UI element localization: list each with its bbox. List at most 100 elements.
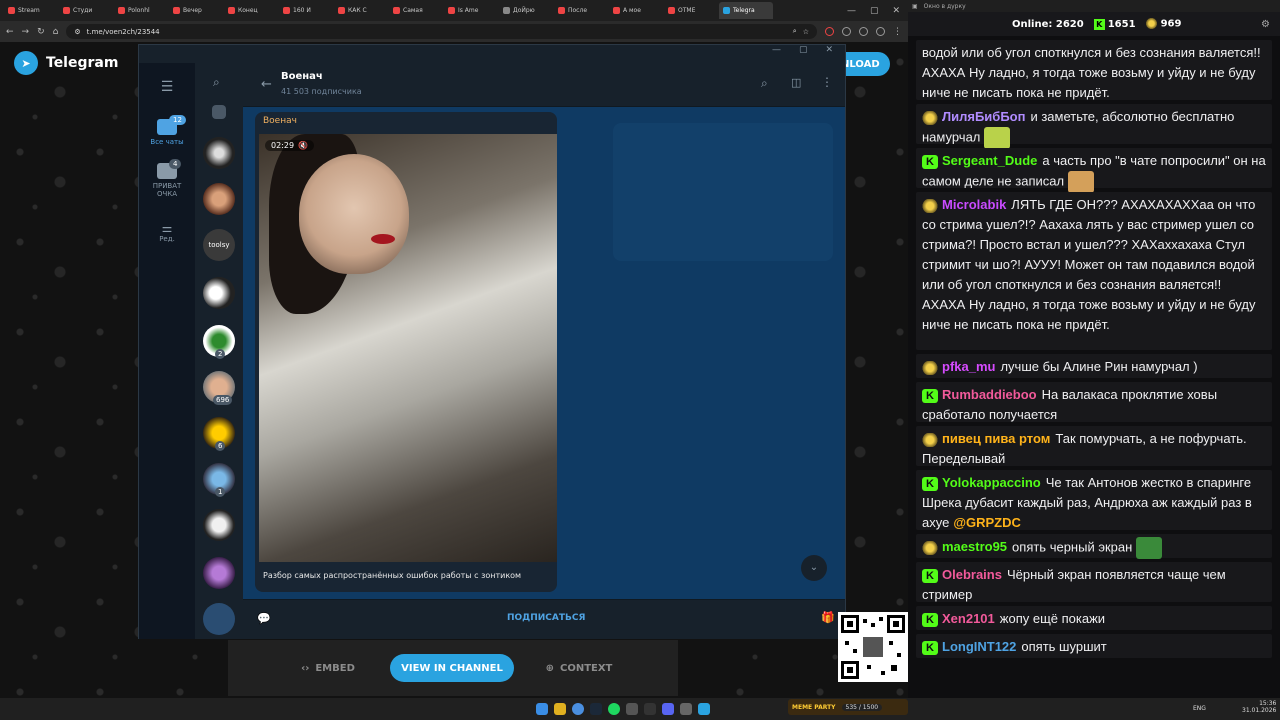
scroll-down-icon[interactable]: ⌄ xyxy=(801,555,827,581)
chat-username[interactable]: pfka_mu xyxy=(942,359,995,374)
app-icon[interactable] xyxy=(626,703,638,715)
chat-mention[interactable]: @GRPZDC xyxy=(953,515,1021,530)
chat-username[interactable]: Rumbaddieboo xyxy=(942,387,1037,402)
profile-icon[interactable] xyxy=(876,27,885,36)
browser-tab[interactable]: Polonhl xyxy=(114,2,168,19)
globe-icon: ⊕ xyxy=(545,662,554,674)
search-icon[interactable]: ⌕ xyxy=(761,76,768,91)
close-icon[interactable]: ✕ xyxy=(825,45,833,63)
browser-tab[interactable]: Студи xyxy=(59,2,113,19)
steam-icon[interactable] xyxy=(590,703,602,715)
browser-tab[interactable]: А мое xyxy=(609,2,663,19)
menu-button[interactable]: ☰ xyxy=(139,79,195,95)
chat-message: K LongINT122 опять шуршит xyxy=(916,634,1272,658)
more-icon[interactable]: ⋮ xyxy=(821,75,833,89)
zoom-icon[interactable]: ⌕ xyxy=(793,27,797,36)
settings-icon[interactable]: ⚙ xyxy=(1261,19,1270,30)
chat-username[interactable]: maestro95 xyxy=(942,539,1007,554)
language-indicator[interactable]: ENG xyxy=(1193,705,1206,712)
browser-tab[interactable]: КАК С xyxy=(334,2,388,19)
browser-tab[interactable]: После xyxy=(554,2,608,19)
url-field[interactable]: ⚙ t.me/voen2ch/23544 ⌕ ☆ xyxy=(66,24,817,39)
chat-username[interactable]: Yolokappaccino xyxy=(942,475,1041,490)
browser-tab[interactable]: Is Ame xyxy=(444,2,498,19)
home-icon[interactable]: ⌂ xyxy=(53,27,59,37)
browser-tab[interactable]: Stream xyxy=(4,2,58,19)
browser-tab[interactable]: Вечер xyxy=(169,2,223,19)
minimize-icon[interactable]: — xyxy=(847,6,856,16)
extension-icon[interactable] xyxy=(859,27,868,36)
view-in-channel-button[interactable]: VIEW IN CHANNEL xyxy=(390,654,514,682)
context-button[interactable]: ⊕ CONTEXT xyxy=(542,654,616,682)
comments-icon[interactable]: 💬 xyxy=(257,612,271,625)
video-player[interactable]: 02:29 🔇 xyxy=(259,134,557,562)
site-info-icon[interactable]: ⚙ xyxy=(74,28,80,36)
back-icon[interactable]: ← xyxy=(6,27,14,37)
chat-username[interactable]: Olebrains xyxy=(942,567,1002,582)
other-viewer-count: 969 xyxy=(1160,18,1182,30)
chat-avatar[interactable] xyxy=(203,557,235,589)
obs-icon[interactable] xyxy=(644,703,656,715)
chat-username[interactable]: Microlabik xyxy=(942,197,1006,212)
chat-avatar[interactable] xyxy=(203,277,235,309)
chat-message: K Yolokappaccino Че так Антонов жестко в с… xyxy=(916,470,1272,530)
menu-icon[interactable]: ⋮ xyxy=(893,27,902,37)
app-icon[interactable] xyxy=(680,703,692,715)
sidebar-toggle-icon[interactable]: ◫ xyxy=(791,76,801,89)
browser-tab[interactable]: 160 И xyxy=(279,2,333,19)
minimize-icon[interactable]: — xyxy=(772,45,781,63)
chat-avatar[interactable] xyxy=(203,509,235,541)
explorer-icon[interactable] xyxy=(554,703,566,715)
chat-text: ЛЯТЬ ГДЕ ОН??? АХАХАХАХХаа он что со стр… xyxy=(922,197,1256,332)
discord-icon[interactable] xyxy=(662,703,674,715)
maximize-icon[interactable]: ▢ xyxy=(799,45,808,63)
start-icon[interactable] xyxy=(536,703,548,715)
bookmark-star-icon[interactable]: ☆ xyxy=(803,28,809,36)
extension-icon[interactable] xyxy=(825,27,834,36)
browser-tab[interactable]: ОТМЕ xyxy=(664,2,718,19)
forward-icon[interactable]: → xyxy=(22,27,30,37)
chat-username[interactable]: Xen2101 xyxy=(942,611,995,626)
user-badge-icon xyxy=(922,198,938,213)
archive-icon[interactable] xyxy=(212,105,226,119)
folder-private[interactable]: 4 ПРИВАТ ОЧКА xyxy=(139,159,195,198)
chat-avatar[interactable]: toolsy xyxy=(203,229,235,261)
chat-avatar[interactable] xyxy=(203,137,235,169)
back-arrow-icon[interactable]: ← xyxy=(261,77,272,92)
folder-edit[interactable]: ⚌ Ред. xyxy=(139,221,195,243)
tab-label: ОТМЕ xyxy=(678,7,696,14)
maximize-icon[interactable]: ▢ xyxy=(870,6,879,16)
meme-party-widget[interactable]: MEME PARTY 535 / 1500 xyxy=(788,699,908,715)
folder-all-chats[interactable]: 12 Все чаты xyxy=(139,115,195,146)
chat-username[interactable]: ЛиляБибБоп xyxy=(942,109,1025,124)
muted-icon[interactable]: 🔇 xyxy=(298,141,308,150)
telegram-logo[interactable]: ➤ Telegram xyxy=(14,51,118,75)
telegram-icon[interactable] xyxy=(698,703,710,715)
unread-badge: 1 xyxy=(215,487,226,497)
subscribe-button[interactable]: ПОДПИСАТЬСЯ xyxy=(507,613,585,623)
chat-username[interactable]: пивец пива ртом xyxy=(942,431,1050,446)
close-icon[interactable]: ✕ xyxy=(892,6,900,16)
browser-tab[interactable]: Telegra xyxy=(719,2,773,19)
chat-username[interactable]: Sergeant_Dude xyxy=(942,153,1037,168)
tab-favicon-icon xyxy=(448,7,455,14)
clock[interactable]: 15:36 31.01.2026 xyxy=(1242,700,1276,714)
tab-favicon-icon xyxy=(723,7,730,14)
chat-avatar[interactable] xyxy=(203,183,235,215)
chat-text: опять шуршит xyxy=(1021,639,1107,654)
browser-tab[interactable]: Конец xyxy=(224,2,278,19)
search-icon[interactable]: ⌕ xyxy=(213,75,220,90)
reload-icon[interactable]: ↻ xyxy=(37,27,45,37)
app-window-controls: — ▢ ✕ xyxy=(139,45,845,63)
gift-icon[interactable]: 🎁 xyxy=(821,611,835,624)
browser-tab[interactable]: Самая xyxy=(389,2,443,19)
spotify-icon[interactable] xyxy=(608,703,620,715)
channel-title[interactable]: Военач xyxy=(281,71,323,82)
post-author[interactable]: Военач xyxy=(263,116,297,126)
browser-tab[interactable]: ДоЙрю xyxy=(499,2,553,19)
chat-username[interactable]: LongINT122 xyxy=(942,639,1016,654)
chrome-icon[interactable] xyxy=(572,703,584,715)
embed-button[interactable]: ‹› EMBED xyxy=(298,654,358,682)
extension-icon[interactable] xyxy=(842,27,851,36)
chat-avatar[interactable] xyxy=(203,603,235,635)
